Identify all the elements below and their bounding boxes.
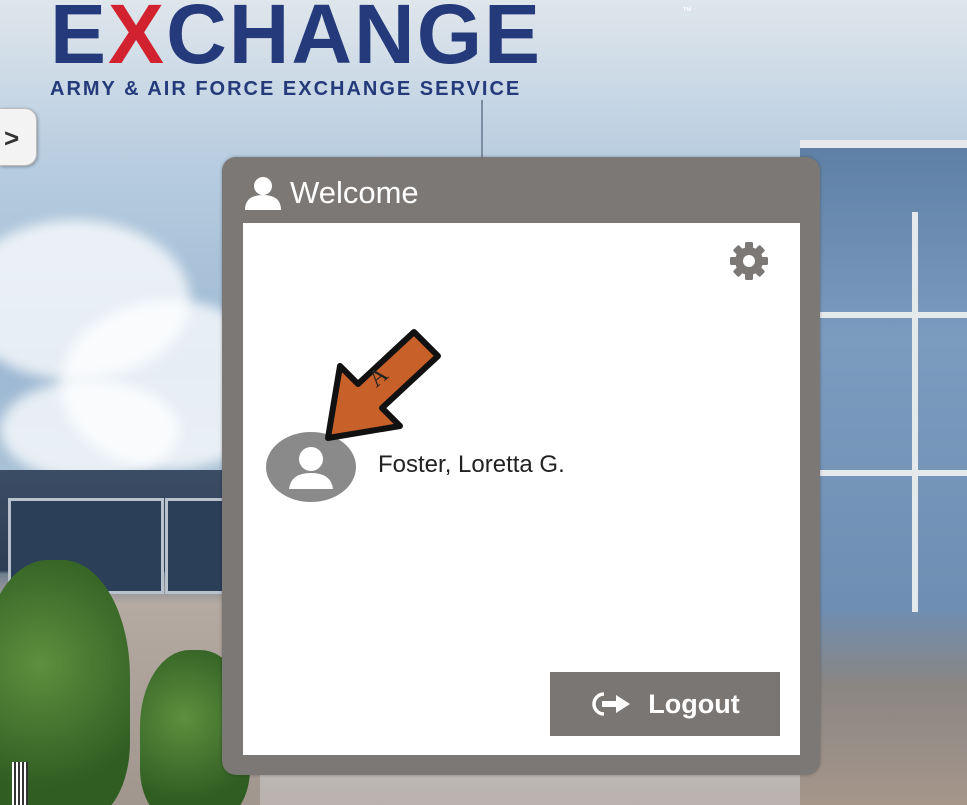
panel-header: Welcome (244, 173, 419, 213)
logo-trademark: ™ (682, 6, 692, 17)
gear-icon[interactable] (729, 241, 769, 281)
logo-wordmark: EXCHANGE (50, 0, 543, 81)
user-name: Foster, Loretta G. (378, 451, 565, 478)
logo-subtitle: ARMY & AIR FORCE EXCHANGE SERVICE (50, 78, 522, 100)
exchange-logo: EXCHANGE ™ ARMY & AIR FORCE EXCHANGE SER… (50, 0, 692, 101)
panel-body: Foster, Loretta G. Logout (243, 223, 800, 755)
user-icon (245, 177, 281, 210)
chevron-right-icon: > (4, 123, 20, 153)
logout-button[interactable]: Logout (550, 672, 780, 736)
panel-title: Welcome (290, 175, 419, 210)
welcome-panel: Welcome Foster, Loretta G. Logout (222, 157, 820, 775)
sidebar-toggle[interactable]: > (0, 108, 37, 166)
logout-icon (592, 692, 631, 716)
logout-label: Logout (648, 688, 740, 719)
